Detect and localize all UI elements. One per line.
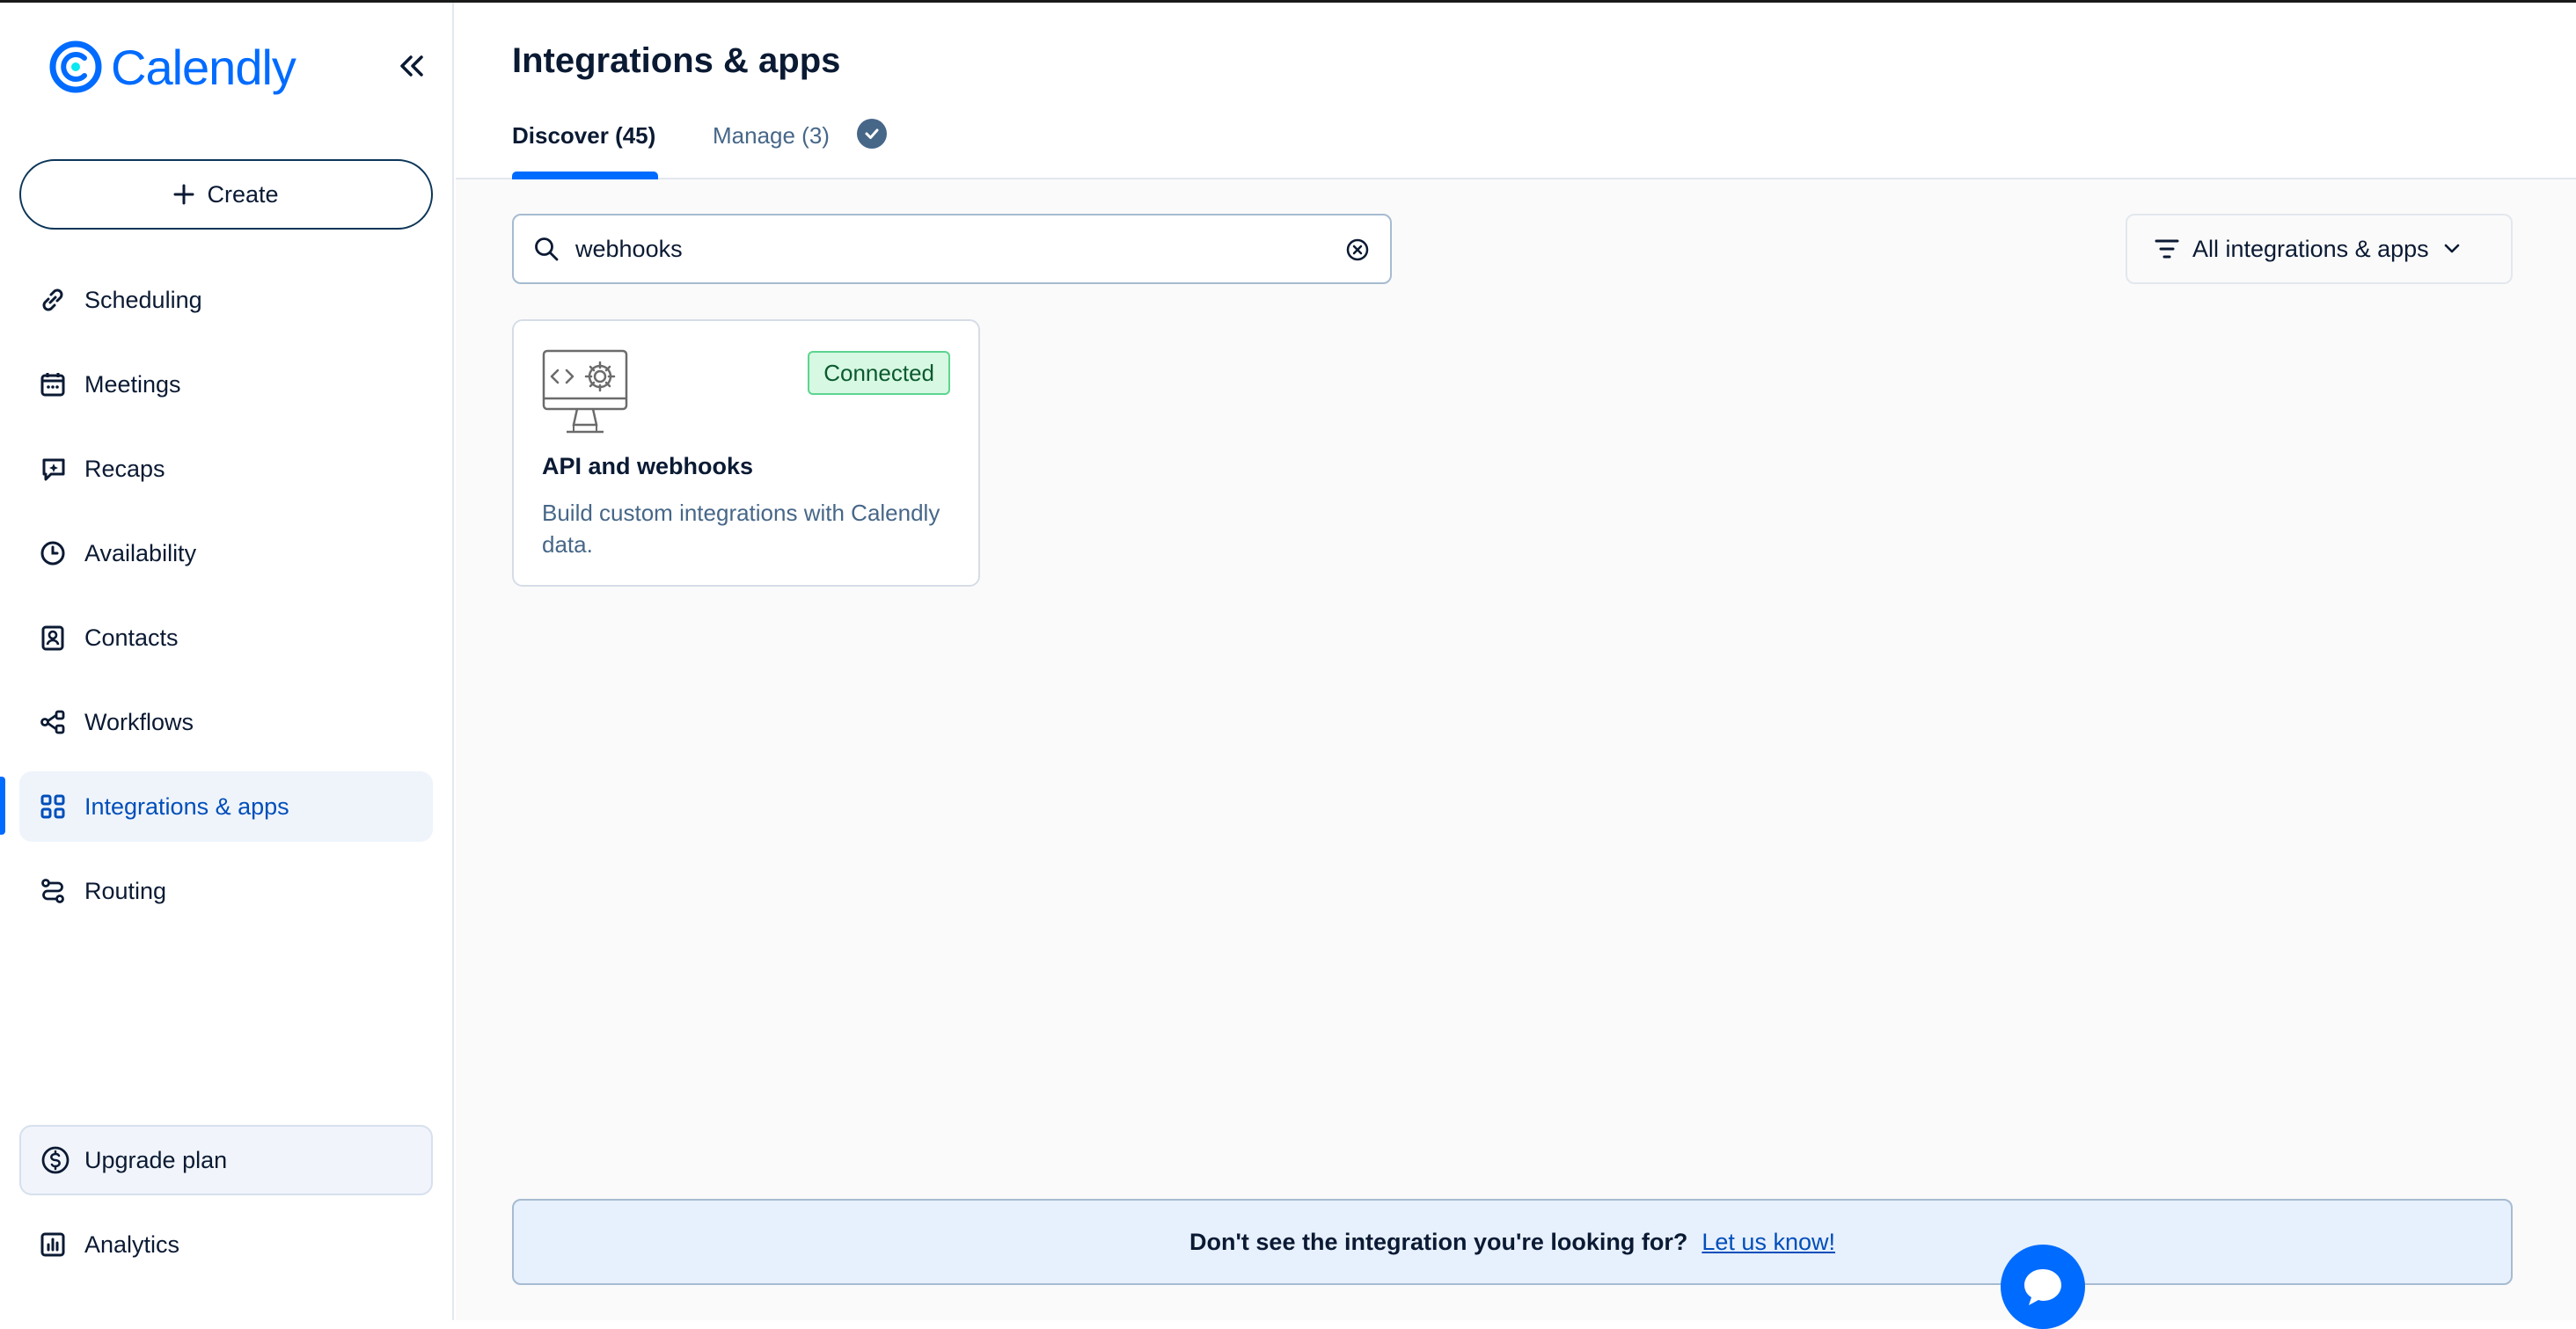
tab-manage[interactable]: Manage (3) xyxy=(713,122,830,150)
monitor-code-gear-icon xyxy=(542,349,628,434)
clock-icon xyxy=(37,537,69,569)
chevron-down-icon xyxy=(2444,244,2459,253)
sidebar-item-analytics[interactable]: Analytics xyxy=(19,1209,433,1280)
create-button[interactable]: Create xyxy=(19,159,433,230)
sidebar-item-label: Integrations & apps xyxy=(84,792,289,820)
sidebar-item-label: Recaps xyxy=(84,455,165,482)
sidebar-item-label: Meetings xyxy=(84,370,181,398)
clear-search-button[interactable] xyxy=(1343,235,1372,265)
sidebar-item-workflows[interactable]: Workflows xyxy=(19,687,433,757)
dollar-icon xyxy=(41,1146,70,1174)
create-button-label: Create xyxy=(207,180,279,208)
chat-bubble-icon xyxy=(2024,1269,2061,1305)
calendar-icon xyxy=(37,369,69,400)
integration-filter-dropdown[interactable]: All integrations & apps xyxy=(2126,214,2513,284)
sidebar-item-label: Routing xyxy=(84,877,167,904)
tab-discover[interactable]: Discover (45) xyxy=(512,122,655,150)
clear-circle-icon xyxy=(1346,238,1369,261)
bar-chart-icon xyxy=(37,1229,69,1260)
collapse-sidebar-button[interactable] xyxy=(392,47,431,85)
sidebar-item-label: Workflows xyxy=(84,708,194,735)
workflow-icon xyxy=(37,706,69,738)
page-header: Integrations & apps Discover (45) Manage… xyxy=(456,3,2576,179)
routing-icon xyxy=(37,875,69,907)
sidebar-item-label: Analytics xyxy=(84,1230,180,1258)
calendly-logo[interactable]: Calendly xyxy=(49,36,296,98)
search-icon xyxy=(535,237,559,261)
sidebar-item-label: Contacts xyxy=(84,624,179,651)
double-chevron-left-icon xyxy=(400,55,423,77)
app-window: Calendly Create Scheduling Meetings Reca… xyxy=(0,0,2576,1329)
recaps-icon xyxy=(37,453,69,485)
upgrade-plan-label: Upgrade plan xyxy=(84,1146,228,1173)
active-tab-underline xyxy=(512,172,658,179)
filter-label: All integrations & apps xyxy=(2192,235,2429,262)
active-indicator xyxy=(0,777,5,835)
plus-icon xyxy=(173,184,194,205)
sidebar-item-routing[interactable]: Routing xyxy=(19,856,433,926)
sidebar: Calendly Create Scheduling Meetings Reca… xyxy=(0,3,454,1320)
check-circle-icon xyxy=(857,119,887,149)
sidebar-item-integrations[interactable]: Integrations & apps xyxy=(19,771,433,842)
chat-button[interactable] xyxy=(2001,1245,2085,1329)
search-input[interactable] xyxy=(575,235,1297,263)
sidebar-item-recaps[interactable]: Recaps xyxy=(19,434,433,504)
sidebar-item-label: Availability xyxy=(84,539,197,566)
calendly-logo-icon xyxy=(49,40,102,93)
logo-wordmark: Calendly xyxy=(111,39,296,95)
sidebar-item-contacts[interactable]: Contacts xyxy=(19,602,433,673)
card-description: Build custom integrations with Calendly … xyxy=(542,500,940,558)
feedback-banner: Don't see the integration you're looking… xyxy=(512,1199,2513,1285)
search-box xyxy=(512,214,1392,284)
sidebar-item-label: Scheduling xyxy=(84,286,202,313)
grid-icon xyxy=(37,791,69,822)
contact-card-icon xyxy=(37,622,69,654)
card-title: API and webhooks xyxy=(542,453,754,479)
filter-icon xyxy=(2155,239,2179,259)
sidebar-item-scheduling[interactable]: Scheduling xyxy=(19,265,433,335)
sidebar-item-availability[interactable]: Availability xyxy=(19,518,433,588)
page-title: Integrations & apps xyxy=(512,41,841,80)
sidebar-item-meetings[interactable]: Meetings xyxy=(19,349,433,420)
link-icon xyxy=(37,284,69,316)
integration-card-api-webhooks[interactable]: Connected API and webhooks Build custom … xyxy=(512,319,980,587)
let-us-know-link[interactable]: Let us know! xyxy=(1701,1229,1835,1256)
main-content: Integrations & apps Discover (45) Manage… xyxy=(456,3,2576,1320)
upgrade-plan-button[interactable]: Upgrade plan xyxy=(19,1125,433,1195)
banner-text: Don't see the integration you're looking… xyxy=(1189,1228,1688,1255)
status-badge: Connected xyxy=(808,351,950,395)
